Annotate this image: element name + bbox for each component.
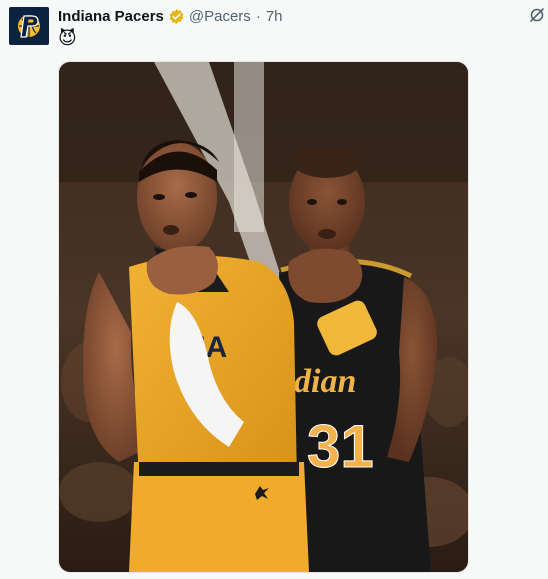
jersey-word: dian — [294, 363, 356, 400]
user-handle[interactable]: @Pacers — [189, 8, 251, 25]
tweet-text: 😈 — [58, 28, 77, 48]
separator-dot: · — [255, 7, 261, 25]
verified-badge-icon[interactable] — [168, 8, 185, 25]
tweet-header: Indiana Pacers @Pacers · 7h — [58, 6, 283, 26]
tweet-photo[interactable]: dian 31 NA — [58, 61, 469, 573]
pacers-avatar[interactable] — [9, 7, 49, 45]
tweet-timestamp[interactable]: 7h — [266, 8, 283, 25]
pacers-logo-icon — [18, 15, 40, 38]
tweet-card[interactable]: Indiana Pacers @Pacers · 7h 😈 dian 31 NA — [0, 0, 548, 579]
players-photo: dian 31 NA — [59, 62, 468, 572]
display-name[interactable]: Indiana Pacers — [58, 8, 164, 25]
grok-icon[interactable] — [528, 6, 546, 24]
jersey-number: 31 — [307, 413, 374, 480]
